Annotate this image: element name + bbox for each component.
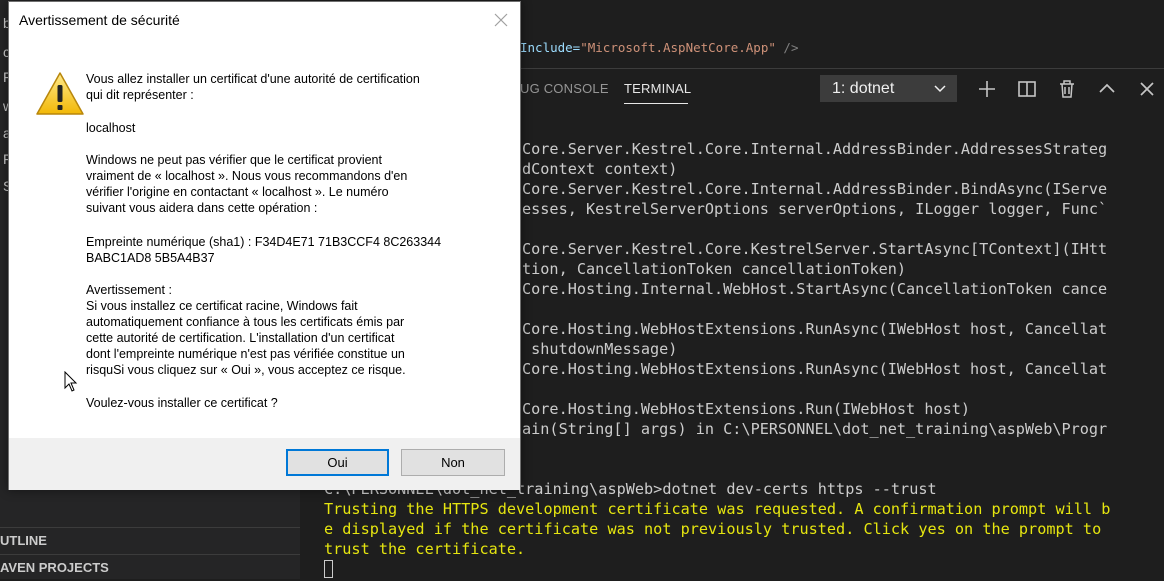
close-icon[interactable]	[492, 11, 510, 29]
dialog-warning: dont l'empreinte numérique n'est pas vér…	[86, 347, 405, 361]
terminal-warning-line: e displayed if the certificate was not p…	[324, 520, 1102, 538]
dialog-warning: risquSi vous cliquez sur « Oui », vous a…	[86, 363, 406, 377]
terminal-select-value: 1: dotnet	[832, 80, 895, 97]
dialog-warning: Avertissement :	[86, 283, 172, 297]
dialog-title: Avertissement de sécurité	[19, 12, 180, 28]
split-icon[interactable]	[1015, 77, 1039, 101]
terminal-line: Core.Server.Kestrel.Core.Internal.Addres…	[522, 180, 1108, 198]
terminal-line: Core.Server.Kestrel.Core.KestrelServer.S…	[522, 240, 1108, 258]
dialog-thumbprint: BABC1AD8 5B5A4B37	[86, 251, 215, 265]
dialog-warning: automatiquement confiance à tous les cer…	[86, 315, 405, 329]
warning-icon	[35, 71, 85, 117]
terminal-line: Core.Hosting.WebHostExtensions.Run(IWebH…	[522, 400, 971, 418]
terminal-line: esses, KestrelServerOptions serverOption…	[522, 200, 1108, 218]
dialog-warning: Si vous installez ce certificat racine, …	[86, 299, 358, 313]
security-warning-dialog: Avertissement de sécurité Vous allez ins…	[8, 1, 521, 490]
plus-icon[interactable]	[975, 77, 999, 101]
terminal-cursor	[324, 560, 333, 578]
dialog-paragraph: suivant vous aidera dans cette opération…	[86, 201, 318, 215]
dialog-footer: Oui Non	[9, 438, 520, 490]
dialog-paragraph: vérifier l'origine en contactant « local…	[86, 185, 389, 199]
chevron-down-icon	[933, 75, 947, 111]
terminal-line: Core.Hosting.WebHostExtensions.RunAsync(…	[522, 360, 1108, 378]
terminal-line: ain(String[] args) in C:\PERSONNEL\dot_n…	[522, 420, 1108, 438]
terminal-line: shutdownMessage)	[522, 340, 678, 358]
tab-terminal[interactable]: TERMINAL	[624, 81, 691, 96]
terminal-warning-line: Trusting the HTTPS development certifica…	[324, 500, 1111, 518]
chevron-up-icon[interactable]	[1095, 77, 1119, 101]
dialog-intro: Vous allez installer un certificat d'une…	[86, 72, 420, 86]
terminal-line: Core.Server.Kestrel.Core.Internal.Addres…	[522, 140, 1108, 158]
dialog-question: Voulez-vous installer ce certificat ?	[86, 396, 278, 410]
terminal-line: dContext context)	[522, 160, 678, 178]
mouse-pointer-icon	[64, 370, 78, 393]
trash-icon[interactable]	[1055, 77, 1079, 101]
dialog-titlebar[interactable]: Avertissement de sécurité	[9, 2, 520, 38]
dialog-intro: qui dit représenter :	[86, 88, 194, 102]
dialog-warning: cette autorité de certification. L'insta…	[86, 331, 395, 345]
active-tab-indicator	[624, 103, 688, 104]
code-attribute: Include=	[520, 40, 581, 55]
tab-debug-console[interactable]: UG CONSOLE	[520, 81, 609, 96]
terminal-line: Core.Hosting.WebHostExtensions.RunAsync(…	[522, 320, 1108, 338]
no-button[interactable]: Non	[401, 449, 505, 476]
terminal-warning-line: trust the certificate.	[324, 540, 526, 558]
terminal-line: tion, CancellationToken cancellationToke…	[522, 260, 907, 278]
editor-code-line: Include="Microsoft.AspNetCore.App" />	[520, 40, 798, 55]
outline-section-header[interactable]: UTLINE	[0, 527, 300, 554]
yes-button[interactable]: Oui	[286, 449, 389, 476]
dialog-host: localhost	[86, 121, 136, 135]
dialog-body: Vous allez installer un certificat d'une…	[9, 38, 520, 438]
dialog-paragraph: Windows ne peut pas vérifier que le cert…	[86, 153, 382, 167]
close-icon[interactable]	[1135, 77, 1159, 101]
code-string: "Microsoft.AspNetCore.App"	[580, 40, 776, 55]
code-tag-close: />	[775, 40, 799, 55]
terminal-instance-select[interactable]: 1: dotnet	[820, 75, 957, 102]
dialog-thumbprint: Empreinte numérique (sha1) : F34D4E71 71…	[86, 235, 442, 249]
dialog-paragraph: vraiment de « localhost ». Nous vous rec…	[86, 169, 408, 183]
terminal-line: Core.Hosting.Internal.WebHost.StartAsync…	[522, 280, 1108, 298]
maven-projects-section-header[interactable]: AVEN PROJECTS	[0, 554, 300, 581]
